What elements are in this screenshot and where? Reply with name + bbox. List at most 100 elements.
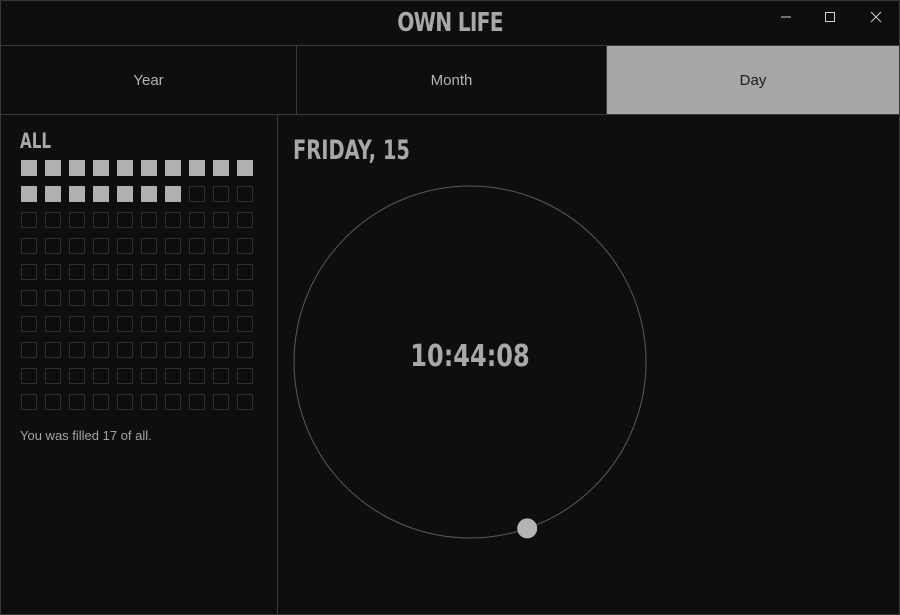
grid-cell-empty — [93, 394, 109, 410]
grid-cell-empty — [165, 316, 181, 332]
maximize-button[interactable] — [818, 7, 842, 27]
grid-cell-empty — [213, 264, 229, 280]
grid-cell-empty — [165, 264, 181, 280]
grid-cell-empty — [21, 342, 37, 358]
grid-cell-empty — [69, 212, 85, 228]
grid-cell-empty — [45, 368, 61, 384]
grid-cell-empty — [189, 238, 205, 254]
title-bar[interactable]: OWN LIFE — [1, 1, 899, 46]
grid-cell-filled — [45, 160, 61, 176]
grid-cell-empty — [45, 264, 61, 280]
all-heading: ALL — [20, 129, 51, 153]
grid-cell-filled — [21, 160, 37, 176]
grid-cell-empty — [165, 212, 181, 228]
grid-cell-empty — [189, 264, 205, 280]
grid-cell-empty — [69, 316, 85, 332]
grid-cell-empty — [69, 290, 85, 306]
grid-cell-empty — [189, 316, 205, 332]
grid-cell-empty — [69, 264, 85, 280]
grid-cell-empty — [213, 212, 229, 228]
grid-cell-empty — [45, 290, 61, 306]
grid-cell-empty — [213, 316, 229, 332]
grid-cell-filled — [117, 160, 133, 176]
grid-cell-empty — [45, 238, 61, 254]
minimize-button[interactable] — [774, 7, 798, 27]
grid-cell-empty — [213, 186, 229, 202]
app-title: OWN LIFE — [397, 8, 503, 38]
grid-cell-empty — [21, 212, 37, 228]
grid-cell-empty — [117, 264, 133, 280]
grid-cell-empty — [189, 212, 205, 228]
grid-cell-filled — [93, 186, 109, 202]
grid-cell-empty — [117, 316, 133, 332]
grid-cell-empty — [117, 342, 133, 358]
grid-cell-empty — [45, 342, 61, 358]
grid-cell-empty — [213, 368, 229, 384]
clock-progress-marker — [517, 518, 538, 539]
grid-cell-empty — [21, 264, 37, 280]
grid-cell-empty — [189, 186, 205, 202]
grid-cell-empty — [21, 290, 37, 306]
grid-cell-empty — [21, 368, 37, 384]
grid-cell-empty — [45, 212, 61, 228]
grid-cell-filled — [69, 186, 85, 202]
minimize-icon — [781, 16, 791, 18]
grid-cell-empty — [93, 238, 109, 254]
tab-year[interactable]: Year — [1, 46, 297, 114]
grid-cell-empty — [21, 238, 37, 254]
grid-cell-empty — [141, 264, 157, 280]
grid-cell-empty — [189, 342, 205, 358]
grid-cell-filled — [237, 160, 253, 176]
grid-cell-empty — [165, 238, 181, 254]
close-button[interactable] — [864, 7, 888, 27]
grid-cell-filled — [21, 186, 37, 202]
grid-cell-empty — [93, 264, 109, 280]
close-icon — [870, 11, 882, 23]
grid-cell-empty — [93, 290, 109, 306]
grid-cell-empty — [117, 290, 133, 306]
grid-cell-empty — [189, 368, 205, 384]
grid-cell-filled — [69, 160, 85, 176]
grid-cell-empty — [213, 342, 229, 358]
grid-cell-empty — [237, 368, 253, 384]
sidebar-all-panel: ALL You was filled 17 of all. — [1, 115, 278, 614]
grid-cell-empty — [69, 368, 85, 384]
grid-cell-empty — [237, 290, 253, 306]
grid-cell-empty — [237, 342, 253, 358]
grid-cell-empty — [213, 238, 229, 254]
grid-cell-empty — [45, 316, 61, 332]
grid-cell-empty — [237, 186, 253, 202]
view-tabs: Year Month Day — [1, 46, 899, 115]
grid-cell-empty — [93, 368, 109, 384]
grid-cell-empty — [117, 212, 133, 228]
grid-cell-empty — [69, 342, 85, 358]
grid-cell-empty — [141, 394, 157, 410]
app-window: OWN LIFE Year Month Day ALL You was fill… — [0, 0, 900, 615]
grid-cell-filled — [45, 186, 61, 202]
grid-cell-empty — [237, 238, 253, 254]
grid-cell-filled — [165, 160, 181, 176]
grid-cell-filled — [141, 186, 157, 202]
grid-cell-filled — [117, 186, 133, 202]
grid-cell-empty — [213, 290, 229, 306]
filled-status-text: You was filled 17 of all. — [20, 428, 152, 443]
grid-cell-empty — [213, 394, 229, 410]
grid-cell-empty — [117, 368, 133, 384]
grid-cell-empty — [141, 342, 157, 358]
grid-cell-empty — [93, 212, 109, 228]
grid-cell-empty — [45, 394, 61, 410]
maximize-icon — [825, 12, 835, 22]
clock-time: 10:44:08 — [410, 339, 530, 374]
grid-cell-empty — [165, 290, 181, 306]
tab-day[interactable]: Day — [607, 46, 899, 114]
grid-cell-empty — [141, 212, 157, 228]
grid-cell-empty — [69, 238, 85, 254]
grid-cell-empty — [165, 394, 181, 410]
grid-cell-empty — [21, 394, 37, 410]
grid-cell-filled — [189, 160, 205, 176]
grid-cell-empty — [141, 238, 157, 254]
grid-cell-filled — [141, 160, 157, 176]
tab-month[interactable]: Month — [297, 46, 607, 114]
grid-cell-empty — [141, 316, 157, 332]
day-clock — [293, 185, 647, 539]
